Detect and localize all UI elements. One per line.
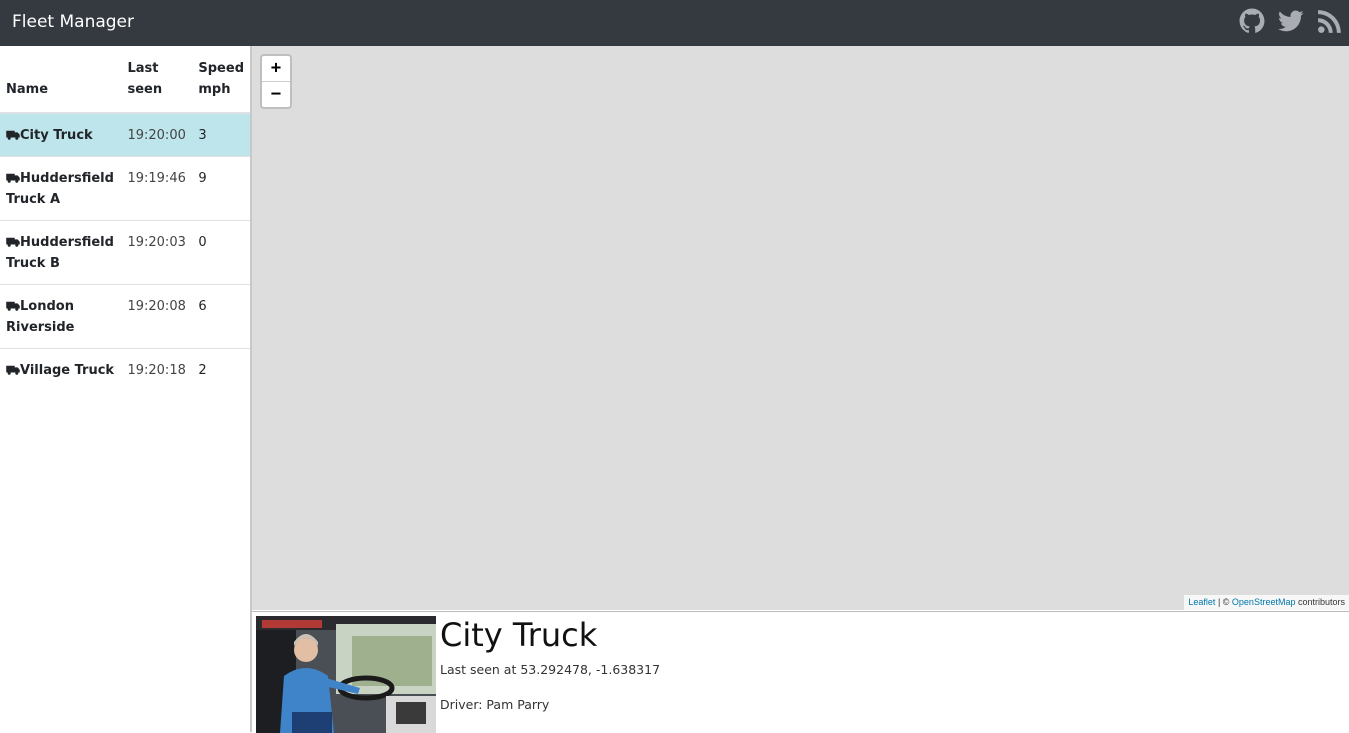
vehicle-speed: 6 bbox=[192, 284, 250, 349]
table-row-london-riverside[interactable]: London Riverside 19:20:08 6 bbox=[0, 284, 250, 349]
table-row-city-truck[interactable]: City Truck 19:20:00 3 bbox=[0, 113, 250, 157]
vehicle-name: Village Truck bbox=[20, 363, 115, 378]
vehicle-speed: 2 bbox=[192, 348, 250, 391]
column-header-last-seen: Last seen bbox=[121, 46, 193, 114]
vehicle-name: Huddersfield Truck A bbox=[6, 171, 114, 207]
zoom-control: + − bbox=[260, 54, 292, 109]
nav-icon-group bbox=[1239, 8, 1343, 34]
truck-icon bbox=[6, 236, 20, 247]
vehicle-sidebar: Name Last seen Speed mph City Truck 19:2… bbox=[0, 46, 252, 732]
truck-icon bbox=[6, 364, 20, 375]
table-row-huddersfield-truck-a[interactable]: Huddersfield Truck A 19:19:46 9 bbox=[0, 156, 250, 221]
vehicle-name-cell: London Riverside bbox=[0, 284, 122, 349]
vehicle-last-seen: 19:20:03 bbox=[121, 220, 193, 285]
attribution-suffix: contributors bbox=[1295, 597, 1345, 607]
attribution-separator: | © bbox=[1215, 597, 1232, 607]
truck-icon bbox=[6, 129, 20, 140]
app-title[interactable]: Fleet Manager bbox=[12, 11, 134, 33]
vehicle-name-cell: Huddersfield Truck B bbox=[0, 220, 122, 285]
github-icon[interactable] bbox=[1239, 8, 1265, 34]
vehicle-speed: 9 bbox=[192, 156, 250, 221]
map-view[interactable]: + − Leaflet | © OpenStreetMap contributo… bbox=[252, 46, 1349, 610]
vehicle-detail-panel: City Truck Last seen at 53.292478, -1.63… bbox=[252, 611, 1349, 733]
zoom-out-button[interactable]: − bbox=[262, 81, 290, 107]
column-header-name: Name bbox=[0, 46, 122, 114]
vehicle-name-cell: Village Truck bbox=[0, 348, 122, 391]
map-attribution: Leaflet | © OpenStreetMap contributors bbox=[1184, 595, 1349, 610]
vehicle-speed: 3 bbox=[192, 113, 250, 157]
vehicle-name: Huddersfield Truck B bbox=[6, 235, 114, 271]
vehicle-last-seen: 19:19:46 bbox=[121, 156, 193, 221]
rss-icon[interactable] bbox=[1317, 8, 1343, 34]
truck-icon bbox=[6, 172, 20, 183]
top-navbar: Fleet Manager bbox=[0, 0, 1349, 46]
vehicle-name: City Truck bbox=[20, 128, 93, 143]
leaflet-link[interactable]: Leaflet bbox=[1188, 597, 1215, 607]
vehicle-last-seen: 19:20:08 bbox=[121, 284, 193, 349]
table-row-huddersfield-truck-b[interactable]: Huddersfield Truck B 19:20:03 0 bbox=[0, 220, 250, 285]
truck-icon bbox=[6, 300, 20, 311]
vehicle-name-cell: Huddersfield Truck A bbox=[0, 156, 122, 221]
openstreetmap-link[interactable]: OpenStreetMap bbox=[1232, 597, 1296, 607]
vehicle-driver: Driver: Pam Parry bbox=[440, 697, 550, 712]
twitter-icon[interactable] bbox=[1278, 8, 1304, 34]
vehicle-table: Name Last seen Speed mph City Truck 19:2… bbox=[0, 46, 250, 391]
vehicle-last-seen: 19:20:00 bbox=[121, 113, 193, 157]
vehicle-title: City Truck bbox=[440, 616, 598, 654]
vehicle-speed: 0 bbox=[192, 220, 250, 285]
vehicle-name-cell: City Truck bbox=[0, 113, 122, 157]
driver-photo bbox=[256, 616, 436, 733]
vehicle-last-seen: 19:20:18 bbox=[121, 348, 193, 391]
table-header-row: Name Last seen Speed mph bbox=[0, 46, 250, 114]
zoom-in-button[interactable]: + bbox=[262, 56, 290, 81]
vehicle-location: Last seen at 53.292478, -1.638317 bbox=[440, 662, 661, 677]
table-row-village-truck[interactable]: Village Truck 19:20:18 2 bbox=[0, 348, 250, 391]
column-header-speed: Speed mph bbox=[192, 46, 250, 114]
